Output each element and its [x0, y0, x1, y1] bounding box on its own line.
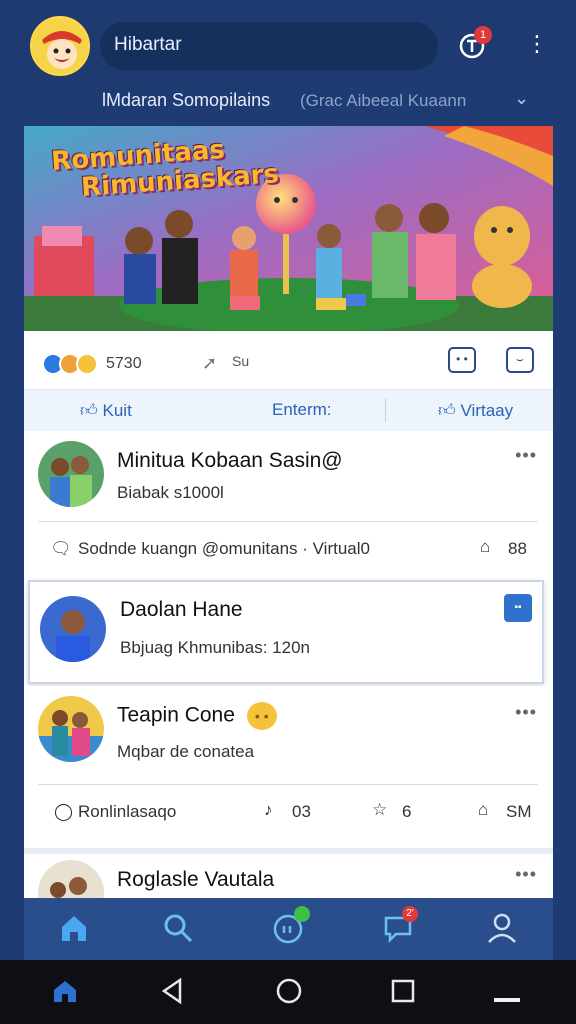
- post-author-name[interactable]: Roglasle Vautala: [117, 868, 274, 892]
- back-icon[interactable]: [158, 976, 188, 1006]
- divider: [38, 521, 538, 522]
- avatar[interactable]: [38, 860, 104, 898]
- post-author-name[interactable]: Daolan Hane: [120, 598, 243, 622]
- avatar-image: [40, 596, 106, 662]
- thinking-emoji-icon: • •: [246, 702, 277, 730]
- square-shape: [391, 979, 415, 1003]
- avatar-image: [38, 696, 104, 762]
- list-item[interactable]: Minitua Kobaan Sasin@ Biabak s1000l ••• …: [24, 431, 553, 579]
- bar-shape: [494, 998, 520, 1002]
- messages-badge: 2': [402, 906, 418, 922]
- avatar[interactable]: [38, 696, 104, 762]
- divider: [38, 784, 538, 785]
- avatar[interactable]: [40, 596, 106, 662]
- thumbs-up-icon: 👍︎: [438, 401, 456, 420]
- more-options-icon[interactable]: •••: [515, 445, 537, 466]
- save-count: 88: [508, 539, 527, 558]
- keyboard-hide-icon[interactable]: [492, 984, 522, 1014]
- search-bar[interactable]: Hibartar: [100, 22, 438, 70]
- app-header: Hibartar 1 ⋮: [0, 0, 576, 88]
- avatar[interactable]: [38, 441, 104, 507]
- share-count: Su: [232, 353, 250, 369]
- like-count: 03: [292, 802, 311, 821]
- system-home-icon[interactable]: [50, 976, 80, 1006]
- emoji-reaction-icon[interactable]: • •: [448, 347, 476, 373]
- comment-button[interactable]: Enterm:: [272, 400, 332, 420]
- haha-reaction-icon: [76, 353, 98, 375]
- post-caption: Sodnde kuangn @omunitans · Virtual0: [78, 539, 370, 558]
- reaction-icons[interactable]: [42, 353, 102, 375]
- post-meta: Mqbar de conatea: [117, 742, 255, 761]
- save-icon[interactable]: ⌂: [480, 537, 490, 557]
- post-stats-row: 5730 ➚ Su • • ⌣: [24, 331, 553, 389]
- chat-badge: [294, 906, 310, 922]
- comment-bubble-icon[interactable]: ◯: [54, 802, 73, 822]
- subtitle-main: lMdaran Somopilains: [102, 90, 271, 110]
- circle-shape: [276, 978, 302, 1004]
- list-item-highlighted[interactable]: Daolan Hane Bbjuag Khmunibas: 120n ▪▪: [28, 580, 544, 684]
- share-icon[interactable]: ➚: [202, 353, 217, 374]
- system-home-shape: [54, 981, 76, 1002]
- avatar-image: [38, 441, 104, 507]
- badge-icon[interactable]: ▪▪: [504, 594, 532, 622]
- search-text: Hibartar: [114, 34, 182, 55]
- notifications-button[interactable]: 1: [458, 26, 492, 60]
- list-item[interactable]: Roglasle Vautala •••: [24, 848, 553, 898]
- like-icon[interactable]: ♪: [264, 800, 273, 820]
- comment-label: Ronlinlasaqo: [78, 802, 177, 821]
- mascot-face-icon: [32, 18, 88, 74]
- comment-icon[interactable]: ⌣: [506, 347, 534, 373]
- list-item[interactable]: Teapin Cone • • Mqbar de conatea ••• ◯ R…: [24, 686, 553, 846]
- notification-badge: 1: [474, 26, 492, 44]
- bottom-navigation: 2': [24, 898, 553, 960]
- share-button[interactable]: 👍︎ Virtaay: [438, 400, 513, 421]
- post-action-row: 👍︎ Kuit Enterm: 👍︎ Virtaay: [24, 389, 553, 431]
- star-icon[interactable]: ☆: [372, 800, 387, 820]
- comment-bubble-icon[interactable]: 🗨︎: [50, 539, 72, 559]
- divider: [385, 398, 386, 422]
- post-meta: Bbjuag Khmunibas: 120n: [120, 638, 310, 657]
- search-icon[interactable]: [160, 910, 196, 946]
- share-count: 6: [402, 802, 412, 821]
- chat-icon[interactable]: [270, 906, 310, 946]
- save-count: SM: [506, 802, 532, 821]
- back-shape: [161, 977, 182, 1005]
- avatar-image: [38, 860, 104, 898]
- more-options-icon[interactable]: •••: [515, 702, 537, 723]
- more-options-icon[interactable]: •••: [515, 864, 537, 885]
- home-shape: [62, 916, 86, 941]
- search-shape: [164, 914, 193, 943]
- like-button[interactable]: 👍︎ Kuit: [80, 400, 132, 421]
- profile-avatar[interactable]: [30, 16, 90, 76]
- subtitle-secondary: (Grac Aibeeal Kuaann: [300, 91, 467, 110]
- profile-icon[interactable]: [484, 910, 520, 946]
- post-author-name[interactable]: Minitua Kobaan Sasin@: [117, 449, 343, 473]
- profile-shape: [488, 913, 516, 943]
- messages-icon[interactable]: 2': [380, 906, 418, 946]
- post-author-name[interactable]: Teapin Cone • •: [117, 702, 277, 730]
- home-icon[interactable]: [56, 910, 92, 946]
- overview-home-icon[interactable]: [274, 976, 304, 1006]
- community-banner-image[interactable]: Romunitaas Rimuniaskars: [24, 126, 553, 331]
- reaction-count: 5730: [106, 355, 142, 372]
- thumbs-up-icon: 👍︎: [80, 401, 98, 420]
- recents-icon[interactable]: [388, 976, 418, 1006]
- chevron-down-icon[interactable]: ⌄: [514, 88, 529, 109]
- feed-card: Romunitaas Rimuniaskars 5730 ➚ Su • • ⌣ …: [24, 126, 553, 898]
- save-icon[interactable]: ⌂: [478, 800, 488, 820]
- more-options-icon[interactable]: ⋮: [526, 30, 548, 60]
- post-meta: Biabak s1000l: [117, 483, 224, 502]
- system-navigation-bar: [0, 960, 576, 1024]
- community-subtitle: lMdaran Somopilains (Grac Aibeeal Kuaann…: [0, 86, 576, 118]
